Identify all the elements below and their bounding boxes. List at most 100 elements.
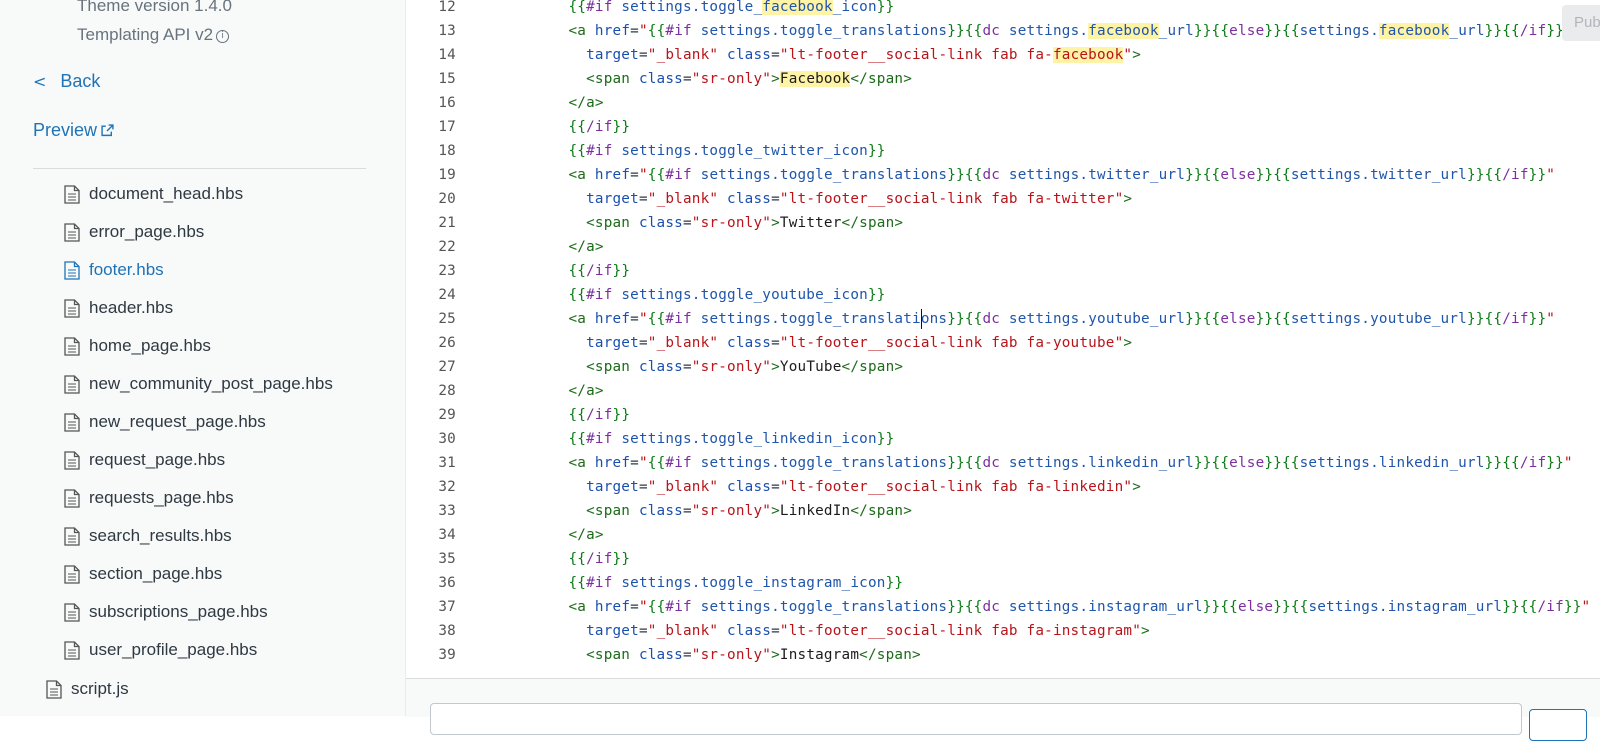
line-code: <a href="{{#if settings.toggle_translati… bbox=[568, 311, 1556, 327]
code-line: 24 {{#if settings.toggle_youtube_icon}} bbox=[406, 283, 1600, 307]
line-number: 29 bbox=[438, 407, 456, 423]
file-item[interactable]: header.hbs bbox=[64, 293, 173, 323]
file-name: error_page.hbs bbox=[89, 222, 205, 241]
code-line: 27 <span class="sr-only">YouTube</span> bbox=[406, 355, 1600, 379]
code-line: 31 <a href="{{#if settings.toggle_transl… bbox=[406, 451, 1600, 475]
line-code: <span class="sr-only">YouTube</span> bbox=[586, 359, 904, 375]
info-icon[interactable]: i bbox=[216, 30, 230, 43]
code-line: 29 {{/if}} bbox=[406, 403, 1600, 427]
line-code: {{#if settings.toggle_linkedin_icon}} bbox=[568, 431, 895, 447]
file-item[interactable]: search_results.hbs bbox=[64, 521, 232, 551]
file-item[interactable]: requests_page.hbs bbox=[64, 483, 234, 513]
line-number: 13 bbox=[438, 23, 456, 39]
file-icon bbox=[64, 298, 80, 318]
line-code: <a href="{{#if settings.toggle_translati… bbox=[568, 23, 1573, 39]
file-item[interactable]: new_request_page.hbs bbox=[64, 407, 266, 437]
templating-api-version: Templating API v2 i bbox=[77, 25, 230, 45]
file-name: document_head.hbs bbox=[89, 184, 244, 203]
line-code: <a href="{{#if settings.toggle_translati… bbox=[568, 599, 1591, 615]
code-line: 25 <a href="{{#if settings.toggle_transl… bbox=[406, 307, 1600, 331]
file-item[interactable]: section_page.hbs bbox=[64, 559, 222, 589]
bottom-button[interactable] bbox=[1529, 709, 1587, 741]
file-name: requests_page.hbs bbox=[89, 488, 234, 507]
file-item[interactable]: request_page.hbs bbox=[64, 445, 225, 475]
line-code: {{/if}} bbox=[568, 119, 631, 135]
line-code: <span class="sr-only">Instagram</span> bbox=[586, 647, 921, 663]
line-code: {{/if}} bbox=[568, 407, 631, 423]
line-code: target="_blank" class="lt-footer__social… bbox=[586, 335, 1133, 351]
code-line: 16 </a> bbox=[406, 91, 1600, 115]
line-number: 25 bbox=[438, 311, 456, 327]
preview-label: Preview bbox=[33, 120, 98, 140]
file-name: user_profile_page.hbs bbox=[89, 640, 258, 659]
file-item[interactable]: user_profile_page.hbs bbox=[64, 635, 257, 665]
file-name: footer.hbs bbox=[89, 260, 164, 279]
file-item[interactable]: document_head.hbs bbox=[64, 179, 243, 209]
file-icon bbox=[64, 564, 80, 584]
file-item[interactable]: subscriptions_page.hbs bbox=[64, 597, 268, 627]
code-line: 12 {{#if settings.toggle_facebook_icon}} bbox=[406, 0, 1600, 19]
line-code: {{#if settings.toggle_facebook_icon}} bbox=[568, 0, 895, 15]
line-code: </a> bbox=[568, 95, 604, 111]
code-line: 28 </a> bbox=[406, 379, 1600, 403]
code-line: 39 <span class="sr-only">Instagram</span… bbox=[406, 643, 1600, 667]
line-code: <span class="sr-only">Twitter</span> bbox=[586, 215, 904, 231]
file-name: header.hbs bbox=[89, 298, 174, 317]
code-line: 22 </a> bbox=[406, 235, 1600, 259]
code-line: 34 </a> bbox=[406, 523, 1600, 547]
theme-version: Theme version 1.4.0 bbox=[77, 0, 232, 15]
file-sidebar: Theme version 1.4.0 Templating API v2 i <… bbox=[0, 0, 406, 716]
code-line: 36 {{#if settings.toggle_instagram_icon}… bbox=[406, 571, 1600, 595]
file-item-script-js[interactable]: script.js bbox=[46, 674, 129, 704]
file-icon bbox=[64, 222, 80, 242]
code-editor[interactable]: 12 {{#if settings.toggle_facebook_icon}}… bbox=[406, 0, 1600, 678]
file-name: search_results.hbs bbox=[89, 526, 232, 545]
file-name: script.js bbox=[71, 679, 129, 698]
file-name: section_page.hbs bbox=[89, 564, 223, 583]
line-number: 19 bbox=[438, 167, 456, 183]
line-code: target="_blank" class="lt-footer__social… bbox=[586, 191, 1133, 207]
file-name: request_page.hbs bbox=[89, 450, 226, 469]
line-number: 22 bbox=[438, 239, 456, 255]
line-number: 15 bbox=[438, 71, 456, 87]
file-icon bbox=[64, 526, 80, 546]
line-number: 39 bbox=[438, 647, 456, 663]
line-code: target="_blank" class="lt-footer__social… bbox=[586, 623, 1150, 639]
sidebar-divider bbox=[33, 168, 366, 169]
line-number: 24 bbox=[438, 287, 456, 303]
file-item[interactable]: new_community_post_page.hbs bbox=[64, 369, 333, 399]
code-line: 17 {{/if}} bbox=[406, 115, 1600, 139]
line-number: 21 bbox=[438, 215, 456, 231]
file-item[interactable]: footer.hbs bbox=[64, 255, 164, 285]
file-name: new_request_page.hbs bbox=[89, 412, 266, 431]
line-code: target="_blank" class="lt-footer__social… bbox=[586, 479, 1142, 495]
file-item[interactable]: home_page.hbs bbox=[64, 331, 211, 361]
file-item[interactable]: error_page.hbs bbox=[64, 217, 204, 247]
file-icon bbox=[64, 374, 80, 394]
external-link-icon bbox=[101, 124, 114, 137]
line-number: 17 bbox=[438, 119, 456, 135]
code-line: 37 <a href="{{#if settings.toggle_transl… bbox=[406, 595, 1600, 619]
file-name: new_community_post_page.hbs bbox=[89, 374, 333, 393]
line-code: <span class="sr-only">LinkedIn</span> bbox=[586, 503, 913, 519]
line-code: {{#if settings.toggle_youtube_icon}} bbox=[568, 287, 886, 303]
line-number: 35 bbox=[438, 551, 456, 567]
line-number: 27 bbox=[438, 359, 456, 375]
file-icon bbox=[64, 640, 80, 660]
code-line: 35 {{/if}} bbox=[406, 547, 1600, 571]
line-code: </a> bbox=[568, 383, 604, 399]
back-label: Back bbox=[60, 71, 101, 91]
file-icon bbox=[46, 679, 62, 699]
preview-link[interactable]: Preview bbox=[33, 120, 114, 141]
line-number: 23 bbox=[438, 263, 456, 279]
back-link[interactable]: < Back bbox=[33, 71, 100, 92]
bottom-input[interactable] bbox=[430, 703, 1522, 735]
line-code: target="_blank" class="lt-footer__social… bbox=[586, 47, 1142, 63]
line-number: 31 bbox=[438, 455, 456, 471]
code-line: 19 <a href="{{#if settings.toggle_transl… bbox=[406, 163, 1600, 187]
file-name: subscriptions_page.hbs bbox=[89, 602, 268, 621]
file-icon bbox=[64, 488, 80, 508]
code-line: 18 {{#if settings.toggle_twitter_icon}} bbox=[406, 139, 1600, 163]
publish-button[interactable]: Publish bbox=[1562, 5, 1600, 41]
line-number: 33 bbox=[438, 503, 456, 519]
